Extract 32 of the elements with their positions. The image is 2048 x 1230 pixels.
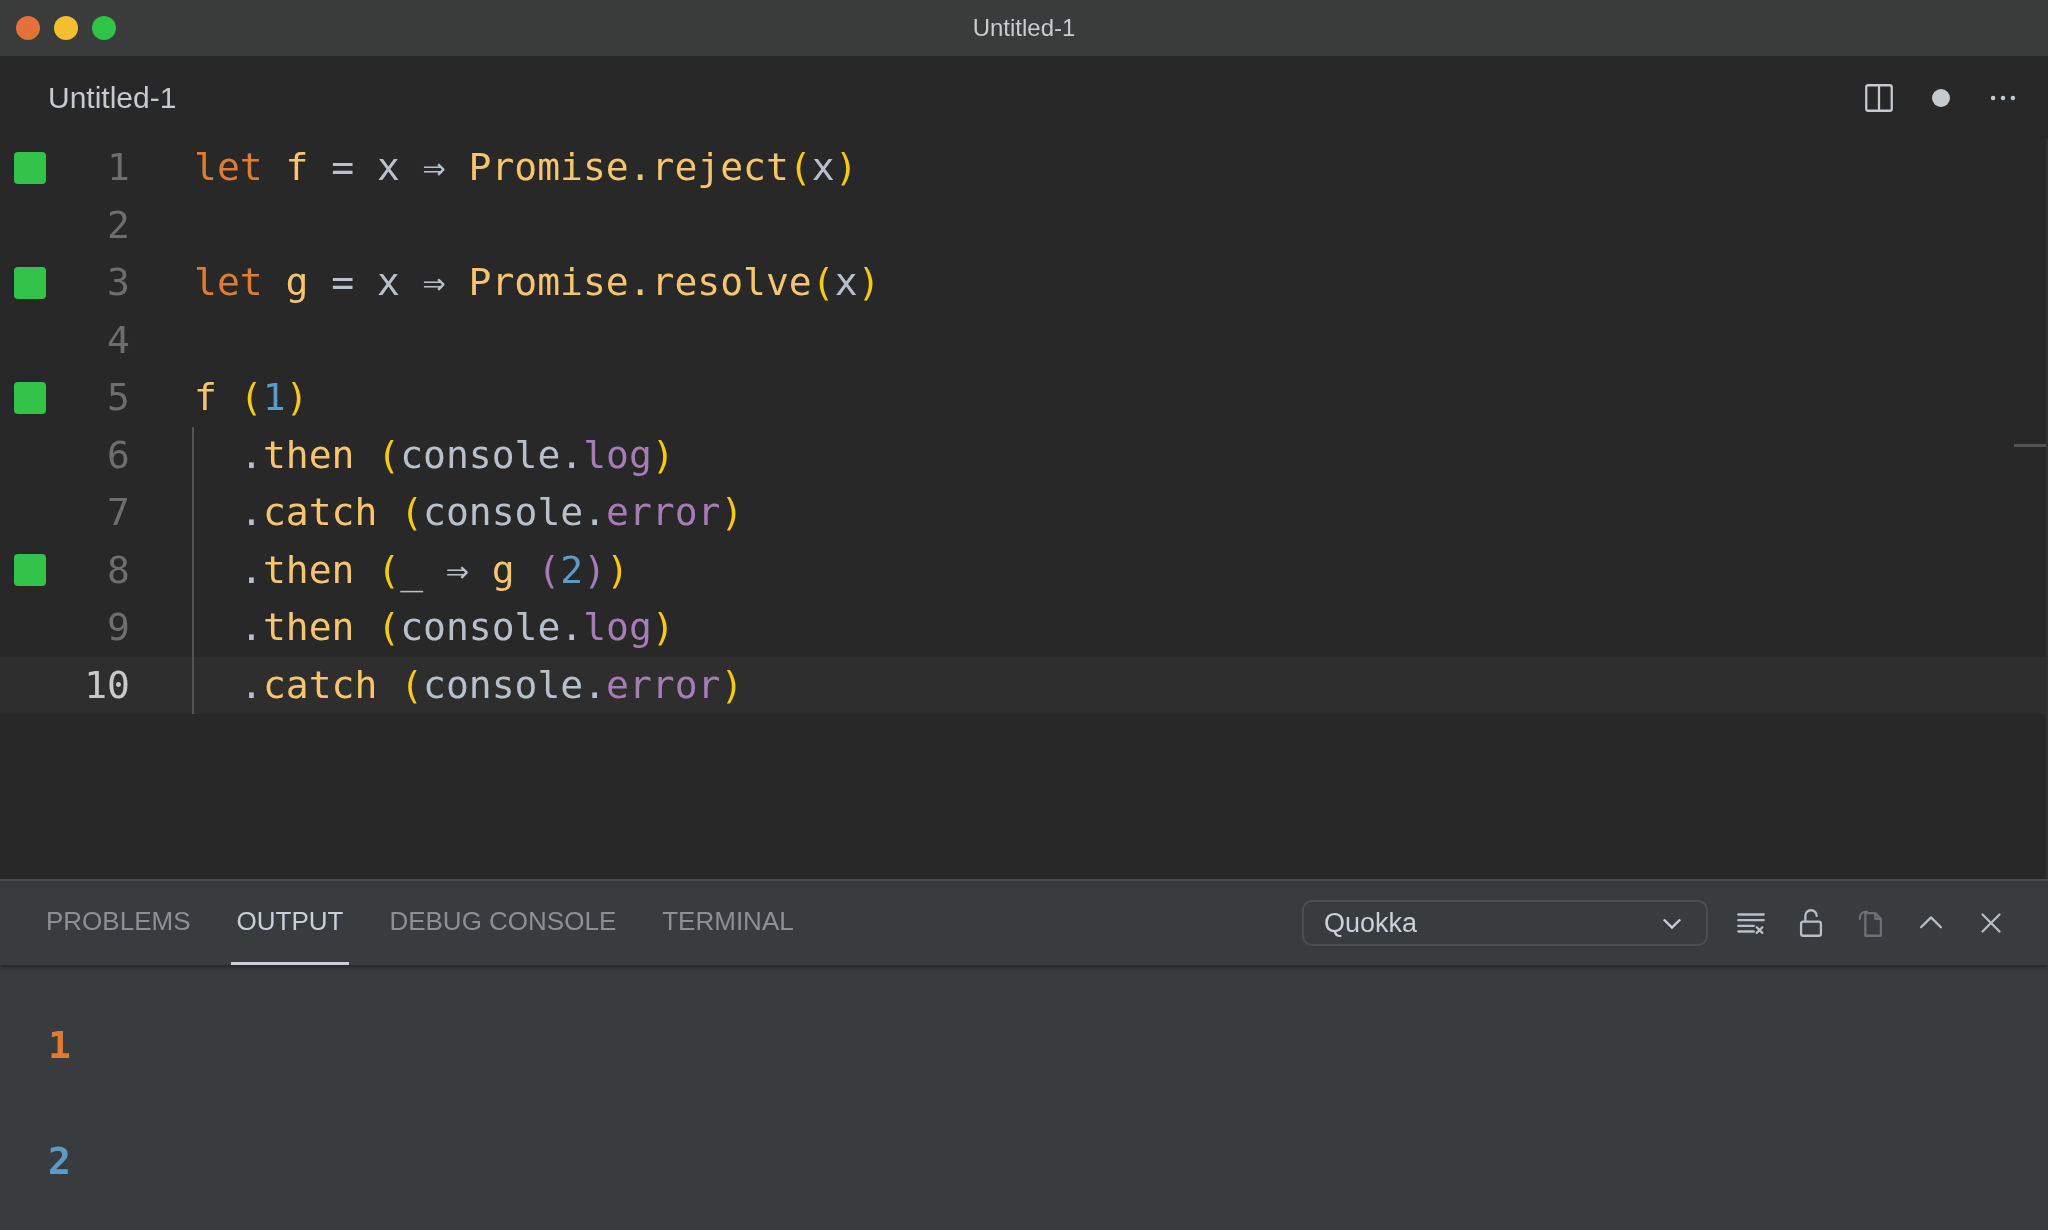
output-channel-dropdown[interactable]: Quokka <box>1302 900 1708 946</box>
line-number: 7 <box>106 489 130 537</box>
line-number: 8 <box>106 546 130 594</box>
close-window-button[interactable] <box>16 16 40 40</box>
line-number: 10 <box>83 661 130 709</box>
coverage-marker-icon <box>14 381 46 414</box>
editor-tab[interactable]: Untitled-1 <box>48 75 177 120</box>
line-number: 9 <box>106 604 130 652</box>
code-line: .then (console.log) <box>240 431 675 479</box>
code-line: .catch (console.error) <box>240 489 744 537</box>
code-line: .catch (console.error) <box>240 661 744 709</box>
output-line: 2 <box>48 1141 72 1181</box>
line-number: 6 <box>106 431 130 479</box>
code-line: let f = x ⇒ Promise.reject(x) <box>194 144 858 192</box>
output-line: 1 <box>48 1025 72 1065</box>
panel-tab[interactable]: OUTPUT <box>230 881 350 965</box>
window-title: Untitled-1 <box>972 13 1076 43</box>
line-number: 2 <box>106 201 130 249</box>
coverage-marker-icon <box>14 151 46 184</box>
line-number: 3 <box>106 259 130 307</box>
code-line: .then (console.log) <box>240 604 675 652</box>
line-number: 4 <box>106 316 130 364</box>
scrollbar-marker <box>2014 444 2046 447</box>
code-line: f (1) <box>194 374 309 422</box>
code-line: let g = x ⇒ Promise.resolve(x) <box>194 259 881 307</box>
coverage-marker-icon <box>14 554 46 587</box>
code-line: .then (_ ⇒ g (2)) <box>240 546 629 595</box>
minimize-window-button[interactable] <box>54 16 78 40</box>
line-number: 1 <box>106 144 130 192</box>
maximize-window-button[interactable] <box>92 16 116 40</box>
coverage-marker-icon <box>14 266 46 299</box>
line-number: 5 <box>106 374 130 422</box>
